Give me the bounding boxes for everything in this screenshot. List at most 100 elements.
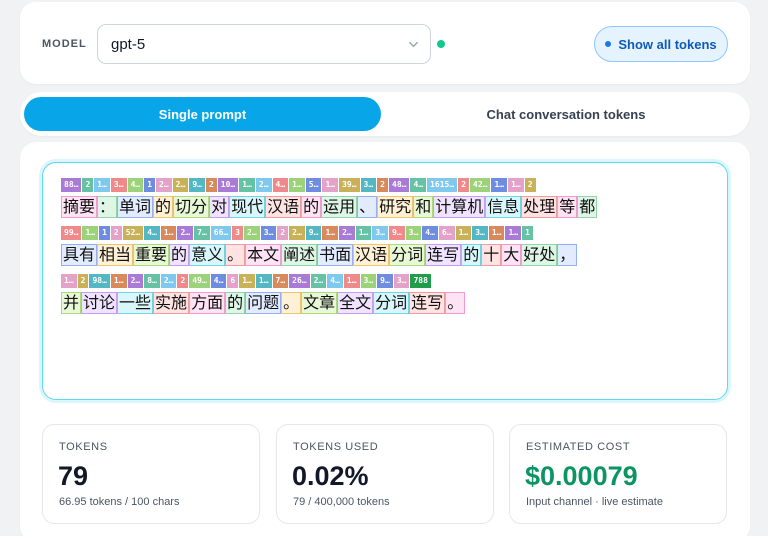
- stat-tokens-label: TOKENS: [59, 441, 108, 453]
- status-dot: [437, 40, 445, 48]
- token-id-chip: 3…: [472, 226, 488, 240]
- token-id-chip: 1…: [94, 178, 110, 192]
- token-id-chip: 4…: [127, 178, 144, 192]
- token-visualization: 88… 2 1… 3… 4… 1 2… 2… 9… 2 10… 1… 2… 4… 1… 5… 1… 39… 3… 2 4…: [61, 178, 711, 322]
- token-id-chip: 99…: [61, 226, 82, 240]
- token-id-chip: 1…: [160, 226, 177, 240]
- token-chip[interactable]: 连写: [425, 244, 462, 266]
- token-chip[interactable]: 摘要: [61, 196, 98, 218]
- token-chip[interactable]: ：: [97, 196, 118, 218]
- token-id-chip: 2…: [255, 178, 272, 192]
- token-id-chip: 1…: [239, 274, 255, 288]
- token-id-chip: 6…: [438, 226, 455, 240]
- token-chip[interactable]: 阐述: [281, 244, 318, 266]
- token-chip[interactable]: 处理: [521, 196, 558, 218]
- token-id-chip: 1: [99, 226, 110, 240]
- token-chip[interactable]: 切分: [173, 196, 210, 218]
- token-chip[interactable]: 的: [153, 196, 174, 218]
- token-chip[interactable]: 具有: [61, 244, 98, 266]
- token-chip[interactable]: 、: [357, 196, 378, 218]
- prompt-text-area[interactable]: 88… 2 1… 3… 4… 1 2… 2… 9… 2 10… 1… 2… 4… 1… 5… 1… 39… 3… 2 4…: [42, 162, 728, 400]
- token-chip[interactable]: 问题: [245, 292, 282, 314]
- mode-tabs: Single prompt Chat conversation tokens: [20, 92, 750, 136]
- token-chip[interactable]: 相当: [97, 244, 134, 266]
- token-chip[interactable]: 和: [413, 196, 434, 218]
- token-chip[interactable]: 运用: [321, 196, 358, 218]
- token-chip[interactable]: 都: [577, 196, 598, 218]
- token-id-chip: 2: [524, 178, 536, 192]
- token-chip[interactable]: 十: [481, 244, 502, 266]
- token-id-chip: 1…: [508, 178, 524, 192]
- model-select[interactable]: gpt-5: [97, 24, 431, 64]
- token-chip[interactable]: 好处: [521, 244, 558, 266]
- token-chip[interactable]: 对: [209, 196, 230, 218]
- token-id-chip: 788: [410, 274, 431, 288]
- token-chip[interactable]: 讨论: [81, 292, 118, 314]
- token-chip[interactable]: 的: [461, 244, 482, 266]
- token-id-chip: 7…: [194, 226, 210, 240]
- token-chip[interactable]: 书面: [317, 244, 354, 266]
- stat-tokens-sub: 66.95 tokens / 100 chars: [59, 496, 180, 508]
- token-chip[interactable]: 单词: [117, 196, 154, 218]
- token-chip[interactable]: 研究: [377, 196, 414, 218]
- token-text-row: 并讨论 一些 实施 方面的问题。文章 全文 分词 连写。: [61, 292, 466, 314]
- token-chip[interactable]: 重要: [133, 244, 170, 266]
- tab-single-prompt[interactable]: Single prompt: [24, 97, 381, 131]
- token-chip[interactable]: 方面: [189, 292, 226, 314]
- token-id-chip: 2: [177, 274, 189, 288]
- token-id-chip: 1…: [488, 226, 505, 240]
- token-chip[interactable]: 全文: [337, 292, 374, 314]
- token-chip[interactable]: 并: [61, 292, 82, 314]
- token-id-chip: 2: [82, 178, 94, 192]
- token-chip[interactable]: 汉语: [353, 244, 390, 266]
- token-id-chip: 3…: [372, 226, 388, 240]
- token-chip[interactable]: 信息: [485, 196, 522, 218]
- token-chip[interactable]: 现代: [229, 196, 266, 218]
- token-id-chip: 8…: [144, 274, 160, 288]
- token-chip[interactable]: 计算机: [433, 196, 486, 218]
- token-id-chip: 1…: [61, 274, 77, 288]
- model-card: MODEL gpt-5 Show all tokens: [20, 2, 750, 84]
- stat-cost-label: ESTIMATED COST: [526, 441, 631, 453]
- token-id-chip: 1…: [82, 226, 99, 240]
- token-chip[interactable]: 汉语: [265, 196, 302, 218]
- token-id-chip: 2…: [244, 226, 260, 240]
- token-id-chip: 4…: [327, 274, 343, 288]
- stat-tokens-used: TOKENS USED 0.02% 79 / 400,000 tokens: [276, 424, 494, 524]
- token-id-chip: 2: [205, 178, 217, 192]
- token-chip[interactable]: 意义: [189, 244, 226, 266]
- token-chip[interactable]: 实施: [153, 292, 190, 314]
- token-chip[interactable]: 的: [169, 244, 190, 266]
- token-chip[interactable]: 。: [281, 292, 302, 314]
- tab-chat-conversation[interactable]: Chat conversation tokens: [385, 97, 747, 131]
- token-chip[interactable]: 的: [301, 196, 322, 218]
- token-chip[interactable]: 分词: [389, 244, 426, 266]
- token-id-chip: 1…: [110, 274, 127, 288]
- token-chip[interactable]: 本文: [245, 244, 282, 266]
- show-all-tokens-label: Show all tokens: [618, 36, 717, 52]
- token-chip[interactable]: 。: [445, 292, 466, 314]
- show-all-tokens-button[interactable]: Show all tokens: [594, 26, 728, 62]
- token-id-chip: 5…: [305, 178, 322, 192]
- token-chip[interactable]: 的: [225, 292, 246, 314]
- token-id-chip: 2…: [127, 274, 144, 288]
- token-chip[interactable]: 大: [501, 244, 522, 266]
- token-chip[interactable]: 一些: [117, 292, 154, 314]
- token-id-chip: 3…: [110, 178, 127, 192]
- token-id-chip: 2…: [177, 226, 194, 240]
- token-chip[interactable]: 文章: [301, 292, 338, 314]
- token-line: 99… 1… 1 2 52… 4… 1… 2… 7… 66… 3 2… 3… 2 2… 9… 1… 2… 1… 3… 9…: [61, 226, 711, 274]
- token-id-chip: 4…: [210, 274, 227, 288]
- stat-cost-value: $0.00079: [525, 461, 638, 491]
- token-chip[interactable]: 连写: [409, 292, 446, 314]
- token-id-chip: 2: [458, 178, 470, 192]
- token-id-chip: 42…: [470, 178, 491, 192]
- token-id-chip: 2…: [172, 178, 189, 192]
- token-chip[interactable]: ，: [557, 244, 578, 266]
- token-id-chip: 2…: [156, 178, 172, 192]
- token-chip[interactable]: 。: [225, 244, 246, 266]
- token-id-chip: 9…: [305, 226, 322, 240]
- token-chip[interactable]: 等: [557, 196, 578, 218]
- stat-tokens: TOKENS 79 66.95 tokens / 100 chars: [42, 424, 260, 524]
- token-chip[interactable]: 分词: [373, 292, 410, 314]
